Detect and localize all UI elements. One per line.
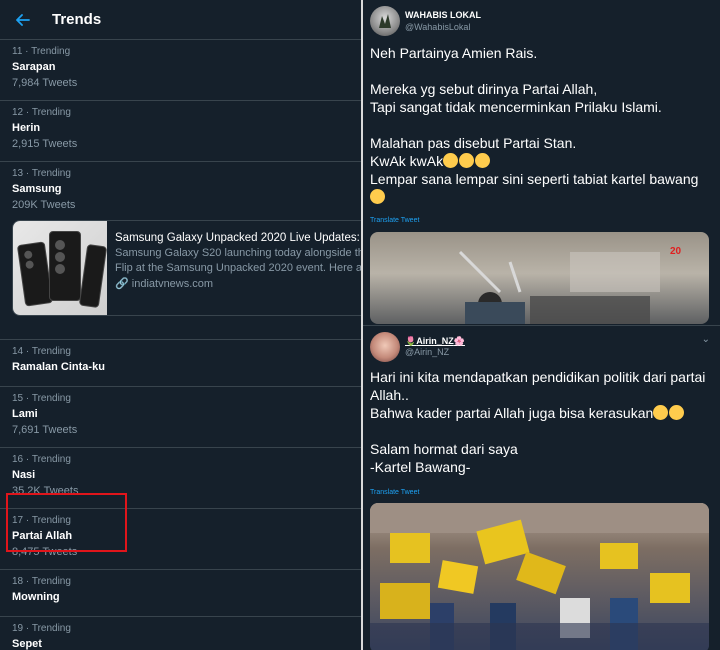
trend-name: Lami: [12, 408, 38, 420]
page-title: Trends: [52, 11, 102, 28]
trend-name: Mowning: [12, 591, 60, 603]
tweet-author-name[interactable]: WAHABIS LOKAL: [405, 10, 481, 20]
trend-name: Samsung: [12, 183, 62, 195]
trends-header: Trends: [0, 0, 361, 40]
trend-count: 2,915 Tweets: [12, 138, 78, 150]
tweet: 🌷Airin_NZ🌸 @Airin_NZ ⌄ Hari ini kita men…: [363, 326, 720, 650]
tweet-line: Hari ini kita mendapatkan pendidikan pol…: [370, 369, 706, 385]
news-title: Samsung Galaxy Unpacked 2020 Live Update…: [115, 232, 361, 244]
trend-item[interactable]: 12 · Trending Herin 2,915 Tweets: [0, 101, 361, 162]
translate-tweet-link[interactable]: Translate Tweet: [370, 489, 419, 496]
trend-item[interactable]: 11 · Trending Sarapan 7,984 Tweets: [0, 40, 361, 101]
tweet-author-handle[interactable]: @WahabisLokal: [405, 22, 470, 32]
tweet: WAHABIS LOKAL @WahabisLokal Neh Partainy…: [363, 0, 720, 326]
tweet-media-image[interactable]: 20: [370, 232, 709, 324]
translate-tweet-link[interactable]: Translate Tweet: [370, 217, 419, 224]
smile-emoji-icon: [370, 189, 385, 204]
tweets-panel: WAHABIS LOKAL @WahabisLokal Neh Partainy…: [363, 0, 720, 650]
trend-item[interactable]: 14 · Trending Ramalan Cinta-ku: [0, 340, 361, 387]
trend-count: 7,984 Tweets: [12, 77, 78, 89]
svg-text:20: 20: [670, 246, 682, 257]
tweet-line: Allah..: [370, 387, 409, 403]
trend-meta: 15 · Trending: [12, 393, 71, 404]
trend-item[interactable]: 18 · Trending Mowning: [0, 570, 361, 617]
news-desc-line: Flip at the Samsung Unpacked 2020 event.…: [115, 262, 361, 274]
news-card-row: Samsung Galaxy Unpacked 2020 Live Update…: [0, 208, 361, 340]
avatar[interactable]: [370, 6, 400, 36]
avatar[interactable]: [370, 332, 400, 362]
tweet-author-handle[interactable]: @Airin_NZ: [405, 347, 449, 357]
trend-meta: 19 · Trending: [12, 623, 71, 634]
news-source: 🔗 indiatvnews.com: [115, 277, 361, 292]
laugh-emoji-icon: [669, 405, 685, 420]
tweet-line: Salam hormat dari saya: [370, 441, 518, 457]
trend-meta: 16 · Trending: [12, 454, 71, 465]
news-desc-line: Samsung Galaxy S20 launching today along…: [115, 247, 361, 259]
tweet-author-name-label: Airin_NZ: [416, 336, 454, 346]
rofl-emoji-icon: [475, 153, 491, 168]
blossom-emoji-icon: 🌸: [453, 336, 465, 346]
news-description: Samsung Galaxy S20 launching today along…: [115, 246, 361, 276]
highlight-box: [6, 493, 127, 552]
tweet-line: Lempar sana lempar sini seperti tabiat k…: [370, 171, 699, 187]
grin-emoji-icon: [459, 153, 475, 168]
tweet-text: Neh Partainya Amien Rais. Mereka yg sebu…: [370, 44, 715, 206]
news-card[interactable]: Samsung Galaxy Unpacked 2020 Live Update…: [12, 220, 361, 316]
trend-name: Sarapan: [12, 61, 56, 73]
tweet-line: -Kartel Bawang-: [370, 459, 471, 475]
chevron-down-icon[interactable]: ⌄: [702, 334, 710, 345]
trend-meta: 11 · Trending: [12, 46, 71, 57]
tweet-author-name[interactable]: 🌷Airin_NZ🌸: [405, 336, 465, 347]
laugh-emoji-icon: [653, 405, 669, 420]
grin-emoji-icon: [443, 153, 459, 168]
trend-meta: 14 · Trending: [12, 346, 71, 357]
trend-item[interactable]: 15 · Trending Lami 7,691 Tweets: [0, 387, 361, 448]
trend-item[interactable]: 13 · Trending Samsung 209K Tweets: [0, 162, 361, 211]
tweet-line: Malahan pas disebut Partai Stan.: [370, 135, 577, 151]
trend-meta: 18 · Trending: [12, 576, 71, 587]
trend-meta: 13 · Trending: [12, 168, 71, 179]
tweet-line: Neh Partainya Amien Rais.: [370, 45, 538, 61]
tweet-text: Hari ini kita mendapatkan pendidikan pol…: [370, 368, 715, 476]
link-icon: 🔗: [115, 278, 129, 290]
news-source-label: indiatvnews.com: [131, 278, 214, 290]
flower-emoji-icon: 🌷: [405, 336, 417, 346]
trend-count: 7,691 Tweets: [12, 424, 78, 436]
news-thumbnail: [13, 221, 108, 315]
trend-item[interactable]: 19 · Trending Sepet: [0, 617, 361, 650]
tweet-line: KwAk kwAk: [370, 153, 444, 169]
trend-name: Ramalan Cinta-ku: [12, 361, 105, 373]
tweet-line: Mereka yg sebut dirinya Partai Allah,: [370, 81, 598, 97]
trend-meta: 12 · Trending: [12, 107, 71, 118]
trend-name: Nasi: [12, 469, 36, 481]
trends-panel: Trends 11 · Trending Sarapan 7,984 Tweet…: [0, 0, 361, 650]
trend-name: Herin: [12, 122, 41, 134]
back-arrow-icon[interactable]: [0, 13, 46, 26]
trend-name: Sepet: [12, 638, 42, 650]
tweet-media-image[interactable]: [370, 503, 709, 650]
tweet-line: Tapi sangat tidak mencerminkan Prilaku I…: [370, 99, 662, 115]
tweet-line: Bahwa kader partai Allah juga bisa keras…: [370, 405, 654, 421]
